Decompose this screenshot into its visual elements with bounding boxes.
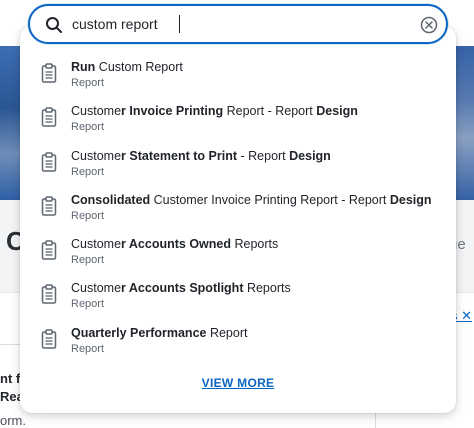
result-title-part: r Statement to Print <box>121 148 238 163</box>
result-title-part: Custome <box>71 281 122 296</box>
result-type: Report <box>71 121 105 134</box>
text-caret <box>179 15 180 33</box>
background-card-line-3: orm. <box>0 413 26 428</box>
result-title-part: Reports <box>231 237 279 252</box>
report-clipboard-icon <box>41 240 57 260</box>
result-type: Report <box>71 298 105 311</box>
search-result-item[interactable]: Consolidated Customer Invoice Printing R… <box>20 187 456 231</box>
result-title-part: - Report <box>237 148 290 163</box>
result-title-part: Custom Report <box>95 60 183 74</box>
report-clipboard-icon <box>41 151 57 172</box>
result-title: Consolidated Customer Invoice Printing R… <box>71 193 432 207</box>
result-title-part: Reports <box>243 281 291 296</box>
result-type: Report <box>71 77 105 89</box>
result-title: Customer Statement to Print - Report Des… <box>71 149 331 163</box>
global-search-bar[interactable] <box>28 4 448 44</box>
search-result-item[interactable]: Customer Accounts Spotlight Reports Repo… <box>20 275 456 319</box>
result-title-part: Report <box>206 325 248 340</box>
result-title-part: r Invoice Printing <box>203 192 297 207</box>
result-type: Report <box>71 165 105 178</box>
search-result-item[interactable]: Quarterly Performance Report Report <box>20 320 456 364</box>
search-input[interactable] <box>72 13 372 35</box>
view-more-link[interactable]: VIEW MORE <box>20 376 456 390</box>
search-results-list: Run Custom Report Report Customer Invoic… <box>20 54 456 364</box>
result-title-part: Design <box>389 192 432 207</box>
result-title-part: Quarterly Performance <box>71 325 207 340</box>
result-title: Quarterly Performance Report <box>71 326 247 340</box>
result-type: Report <box>71 254 105 267</box>
report-clipboard-icon <box>41 284 57 305</box>
result-title: Run Custom Report <box>71 60 183 74</box>
result-title: Customer Accounts Owned Reports <box>71 237 278 251</box>
search-result-item[interactable]: Run Custom Report Report <box>20 54 456 98</box>
result-title-part: Custome <box>71 237 122 252</box>
result-title-part: Design <box>289 148 331 163</box>
result-type: Report <box>71 209 105 222</box>
search-result-item[interactable]: Customer Accounts Owned Reports Report <box>20 231 456 275</box>
result-title-part: Custome <box>71 104 122 119</box>
result-title-part: Report - Report <box>296 192 390 207</box>
report-clipboard-icon <box>41 63 57 83</box>
search-results-dropdown: Run Custom Report Report Customer Invoic… <box>20 26 456 413</box>
result-title-part: r Accounts Spotlight <box>121 281 244 296</box>
result-title-part: r Accounts Owned <box>121 237 231 252</box>
clear-search-button[interactable] <box>419 15 439 35</box>
report-clipboard-icon <box>41 107 57 128</box>
background-banner-image-left <box>0 46 22 200</box>
result-title-part: Run <box>71 60 96 74</box>
search-icon <box>45 16 63 34</box>
search-result-item[interactable]: Customer Invoice Printing Report - Repor… <box>20 98 456 142</box>
result-title-part: Custome <box>150 192 204 207</box>
result-title-part: Report - Report <box>223 104 317 119</box>
result-type: Report <box>71 342 105 355</box>
result-title-part: Consolidated <box>71 192 151 207</box>
result-title-part: r Invoice Printing <box>121 104 224 119</box>
result-title-part: Custome <box>71 148 122 163</box>
report-clipboard-icon <box>41 329 57 349</box>
result-title: Customer Accounts Spotlight Reports <box>71 281 291 295</box>
search-result-item[interactable]: Customer Statement to Print - Report Des… <box>20 143 456 187</box>
result-title: Customer Invoice Printing Report - Repor… <box>71 104 358 118</box>
report-clipboard-icon <box>41 196 57 216</box>
clear-circle-x-icon <box>419 16 439 38</box>
background-card-line-1: nt f <box>0 371 21 386</box>
result-title-part: Design <box>316 104 358 119</box>
